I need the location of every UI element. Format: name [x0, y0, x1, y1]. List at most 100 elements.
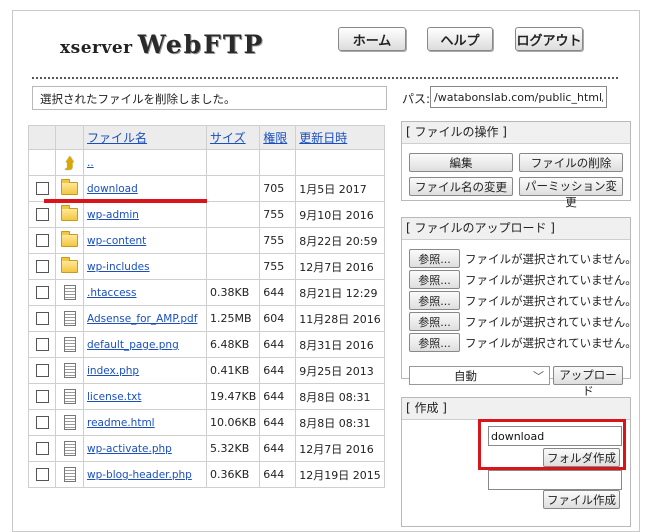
folder-icon [61, 257, 78, 274]
column-size[interactable]: サイズ [205, 125, 261, 150]
row-checkbox[interactable] [35, 260, 49, 274]
file-name-link[interactable]: license.txt [87, 391, 141, 403]
folder-icon [61, 231, 78, 248]
file-name-link[interactable]: wp-includes [87, 261, 150, 273]
table-header-row: ファイル名 サイズ 権限 更新日時 [28, 125, 385, 150]
table-row: default_page.png 6.48KB 644 8月31日 2016 [28, 331, 385, 358]
file-permission: 644 [259, 357, 297, 384]
file-name-link[interactable]: wp-blog-header.php [87, 469, 192, 481]
file-icon [63, 285, 76, 300]
file-name-link[interactable]: wp-content [87, 235, 146, 247]
file-permission: 644 [259, 331, 297, 358]
file-date: 8月31日 2016 [295, 331, 385, 358]
table-row: license.txt 19.47KB 644 8月8日 08:31 [28, 383, 385, 410]
header-icon-cell [55, 125, 84, 150]
upload-title: [ ファイルのアップロード ] [402, 218, 630, 240]
file-size [205, 201, 261, 228]
column-modified[interactable]: 更新日時 [295, 125, 385, 150]
browse-button[interactable]: 参照... [409, 312, 460, 331]
file-permission: 755 [259, 253, 297, 280]
rename-button[interactable]: ファイル名の変更 [409, 177, 513, 196]
highlight-underline [44, 199, 207, 203]
file-table: ファイル名 サイズ 権限 更新日時 ⮭ .. download 705 1月5日… [28, 125, 385, 488]
file-size: 5.32KB [205, 435, 261, 462]
file-date: 1月5日 2017 [295, 175, 385, 202]
table-row: wp-includes 755 12月7日 2016 [28, 253, 385, 280]
upload-mode-value: 自動 [454, 369, 477, 383]
file-name-link[interactable]: .. [87, 157, 94, 169]
row-checkbox[interactable] [35, 234, 49, 248]
no-file-text: ファイルが選択されていません。 [465, 294, 637, 308]
file-permission: 644 [259, 383, 297, 410]
up-arrow-icon: ⮭ [65, 153, 74, 172]
file-date: 12月7日 2016 [295, 435, 385, 462]
file-date: 9月10日 2016 [295, 201, 385, 228]
row-checkbox[interactable] [35, 416, 49, 430]
row-checkbox[interactable] [35, 442, 49, 456]
xserver-webftp-logo: xserver WebFTP [60, 30, 264, 59]
row-checkbox[interactable] [35, 312, 49, 326]
table-row: index.php 0.41KB 644 9月25日 2013 [28, 357, 385, 384]
logout-button[interactable]: ログアウト [515, 27, 583, 51]
file-permission: 755 [259, 227, 297, 254]
column-filename[interactable]: ファイル名 [83, 125, 207, 150]
file-size: 0.36KB [205, 461, 261, 488]
row-checkbox[interactable] [35, 364, 49, 378]
upload-mode-select[interactable]: 自動 ﹀ [409, 366, 550, 385]
file-name-link[interactable]: index.php [87, 365, 139, 377]
file-icon [63, 363, 76, 378]
table-row: wp-blog-header.php 0.36KB 644 12月19日 201… [28, 461, 385, 488]
file-size [205, 253, 261, 280]
column-permission[interactable]: 権限 [259, 125, 297, 150]
file-name-link[interactable]: wp-admin [87, 209, 139, 221]
row-checkbox[interactable] [35, 390, 49, 404]
file-permission: 705 [259, 175, 297, 202]
row-checkbox[interactable] [35, 338, 49, 352]
file-name-link[interactable]: readme.html [87, 417, 155, 429]
change-permission-button[interactable]: パーミッション変更 [519, 177, 623, 209]
file-name-link[interactable]: .htaccess [87, 287, 137, 299]
file-name-link[interactable]: download [87, 183, 138, 195]
file-name-link[interactable]: wp-activate.php [87, 443, 172, 455]
folder-icon [61, 205, 78, 222]
table-row: wp-admin 755 9月10日 2016 [28, 201, 385, 228]
file-size: 19.47KB [205, 383, 261, 410]
file-date: 8月8日 08:31 [295, 383, 385, 410]
header-divider [32, 77, 618, 79]
file-icon [63, 337, 76, 352]
file-permission: 604 [259, 305, 297, 332]
row-checkbox[interactable] [35, 468, 49, 482]
file-size: 10.06KB [205, 409, 261, 436]
edit-button[interactable]: 編集 [409, 153, 513, 172]
file-permission: 644 [259, 279, 297, 306]
row-checkbox[interactable] [35, 286, 49, 300]
browse-button[interactable]: 参照... [409, 333, 460, 352]
folder-icon [61, 179, 78, 196]
logo-small-text: xserver [60, 38, 133, 58]
file-date: 9月25日 2013 [295, 357, 385, 384]
browse-button[interactable]: 参照... [409, 270, 460, 289]
file-ops-title: [ ファイルの操作 ] [402, 122, 630, 144]
file-permission: 644 [259, 435, 297, 462]
file-date: 8月22日 20:59 [295, 227, 385, 254]
upload-button[interactable]: アップロード [553, 366, 623, 398]
create-file-button[interactable]: ファイル作成 [543, 490, 620, 509]
table-row: .htaccess 0.38KB 644 8月21日 12:29 [28, 279, 385, 306]
status-message: 選択されたファイルを削除しました。 [32, 86, 387, 110]
file-name-link[interactable]: Adsense_for_AMP.pdf [87, 313, 197, 325]
file-name-link[interactable]: default_page.png [87, 339, 179, 351]
row-checkbox[interactable] [35, 208, 49, 222]
browse-button[interactable]: 参照... [409, 249, 460, 268]
chevron-down-icon: ﹀ [533, 370, 544, 383]
help-button[interactable]: ヘルプ [427, 27, 493, 51]
path-input[interactable] [430, 86, 607, 108]
file-icon [63, 441, 76, 456]
file-name-input[interactable] [488, 470, 622, 490]
delete-file-button[interactable]: ファイルの削除 [519, 153, 623, 172]
file-date [295, 149, 385, 176]
file-icon [63, 415, 76, 430]
browse-button[interactable]: 参照... [409, 291, 460, 310]
row-checkbox[interactable] [35, 182, 49, 196]
table-row: download 705 1月5日 2017 [28, 175, 385, 202]
home-button[interactable]: ホーム [338, 27, 406, 51]
